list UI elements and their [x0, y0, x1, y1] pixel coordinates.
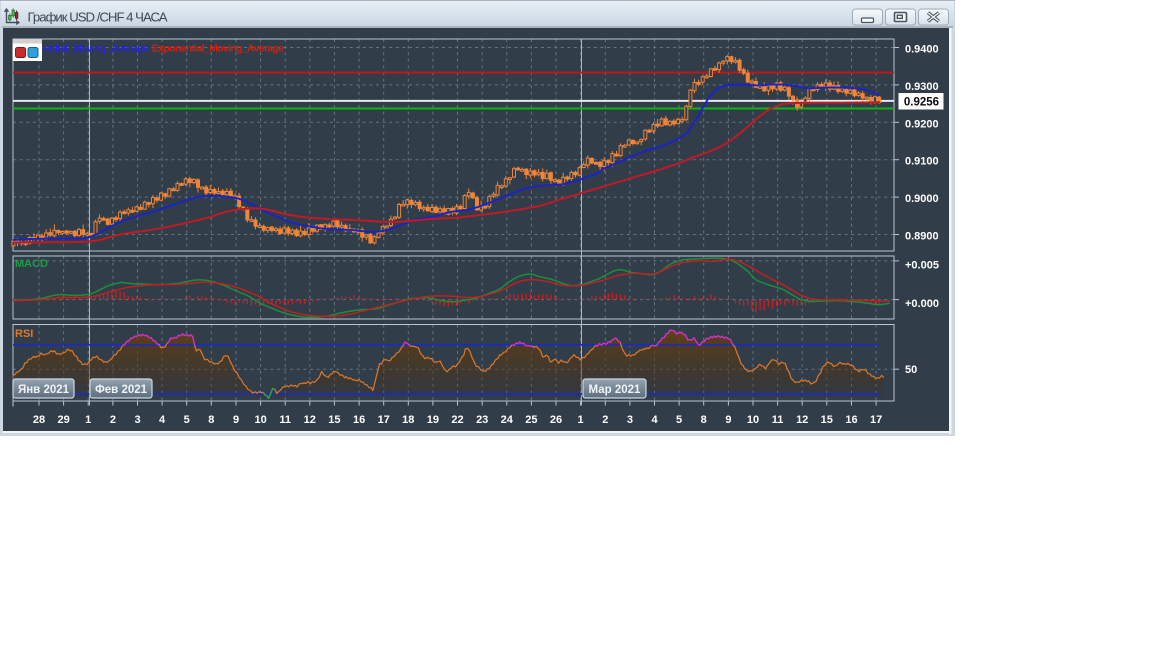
- svg-text:11: 11: [772, 414, 784, 426]
- svg-text:10: 10: [747, 414, 759, 426]
- svg-text:MACD: MACD: [15, 258, 48, 270]
- svg-text:0.9256: 0.9256: [904, 97, 939, 109]
- svg-text:9: 9: [233, 414, 239, 426]
- svg-text:Exponential_Moving_Average: Exponential_Moving_Average: [152, 43, 284, 55]
- svg-text:0.9300: 0.9300: [905, 81, 939, 93]
- svg-text:3: 3: [134, 414, 140, 426]
- svg-text:2: 2: [110, 414, 116, 426]
- svg-text:Мар 2021: Мар 2021: [589, 384, 642, 396]
- svg-text:12: 12: [796, 414, 808, 426]
- svg-text:25: 25: [525, 414, 537, 426]
- svg-text:2: 2: [602, 414, 608, 426]
- svg-text:5: 5: [184, 414, 190, 426]
- svg-text:28: 28: [33, 414, 45, 426]
- svg-text:0.9000: 0.9000: [905, 193, 939, 205]
- svg-text:ential_Moving_Average: ential_Moving_Average: [44, 43, 149, 55]
- svg-text:50: 50: [905, 364, 917, 376]
- svg-text:19: 19: [427, 414, 439, 426]
- svg-text:8: 8: [701, 414, 707, 426]
- svg-text:График USD /CHF 4 ЧАСА: График USD /CHF 4 ЧАСА: [28, 10, 168, 25]
- svg-text:3: 3: [627, 414, 633, 426]
- svg-text:17: 17: [378, 414, 390, 426]
- svg-text:0.8900: 0.8900: [905, 231, 939, 243]
- svg-text:10: 10: [254, 414, 266, 426]
- svg-text:0.9400: 0.9400: [905, 44, 939, 56]
- svg-text:11: 11: [279, 414, 291, 426]
- svg-text:23: 23: [476, 414, 488, 426]
- svg-text:22: 22: [451, 414, 463, 426]
- svg-text:Фев 2021: Фев 2021: [95, 384, 148, 396]
- svg-text:16: 16: [845, 414, 857, 426]
- svg-text:5: 5: [676, 414, 682, 426]
- svg-text:18: 18: [402, 414, 414, 426]
- svg-text:+0.005: +0.005: [905, 260, 939, 272]
- svg-text:15: 15: [821, 414, 833, 426]
- svg-text:29: 29: [57, 414, 69, 426]
- svg-text:1: 1: [85, 414, 91, 426]
- svg-text:16: 16: [353, 414, 365, 426]
- svg-text:0.9200: 0.9200: [905, 118, 939, 130]
- svg-text:26: 26: [550, 414, 562, 426]
- svg-text:RSI: RSI: [15, 328, 33, 340]
- svg-text:24: 24: [501, 414, 514, 426]
- svg-text:4: 4: [159, 414, 166, 426]
- svg-text:15: 15: [328, 414, 340, 426]
- svg-text:1: 1: [578, 414, 584, 426]
- svg-text:0.9100: 0.9100: [905, 156, 939, 168]
- svg-text:9: 9: [725, 414, 731, 426]
- svg-text:12: 12: [304, 414, 316, 426]
- svg-text:17: 17: [870, 414, 882, 426]
- svg-text:4: 4: [651, 414, 658, 426]
- svg-text:8: 8: [208, 414, 214, 426]
- svg-text:+0.000: +0.000: [905, 298, 939, 310]
- svg-text:Янв 2021: Янв 2021: [18, 384, 70, 396]
